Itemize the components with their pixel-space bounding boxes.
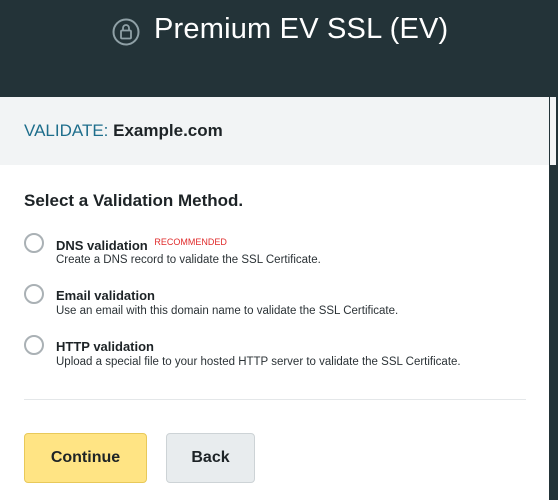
section-heading: Select a Validation Method. (24, 191, 244, 210)
option-description: Upload a special file to your hosted HTT… (56, 356, 461, 368)
product-title: Premium EV SSL (EV) (154, 12, 449, 45)
radio-http-validation[interactable] (24, 335, 44, 355)
option-http-validation[interactable]: HTTP validation Upload a special file to… (24, 333, 524, 373)
option-email-validation[interactable]: Email validation Use an email with this … (24, 282, 524, 322)
divider (24, 399, 526, 400)
header-title-group: Premium EV SSL (EV) (112, 12, 448, 46)
validate-line: VALIDATE: Example.com (24, 121, 223, 141)
validate-label: VALIDATE: (24, 121, 109, 140)
option-title: HTTP validation (56, 339, 154, 354)
recommended-badge: RECOMMENDED (154, 237, 227, 247)
back-button[interactable]: Back (166, 433, 255, 483)
option-dns-validation[interactable]: DNS validation RECOMMENDED Create a DNS … (24, 231, 524, 271)
option-description: Use an email with this domain name to va… (56, 305, 399, 317)
validation-card: VALIDATE: Example.com Select a Validatio… (0, 97, 549, 500)
option-title: DNS validation (56, 238, 148, 253)
lock-icon (112, 18, 140, 46)
page-header: Premium EV SSL (EV) (0, 0, 558, 97)
option-description: Create a DNS record to validate the SSL … (56, 254, 321, 266)
continue-button[interactable]: Continue (24, 433, 147, 483)
option-title-row: DNS validation RECOMMENDED (56, 237, 227, 253)
validate-domain: Example.com (113, 121, 223, 140)
radio-dns-validation[interactable] (24, 233, 44, 253)
scrollbar-strip (549, 97, 558, 500)
validate-bar: VALIDATE: Example.com (0, 97, 549, 165)
option-title: Email validation (56, 288, 155, 303)
radio-email-validation[interactable] (24, 284, 44, 304)
scrollbar-strip-inner (550, 97, 556, 165)
